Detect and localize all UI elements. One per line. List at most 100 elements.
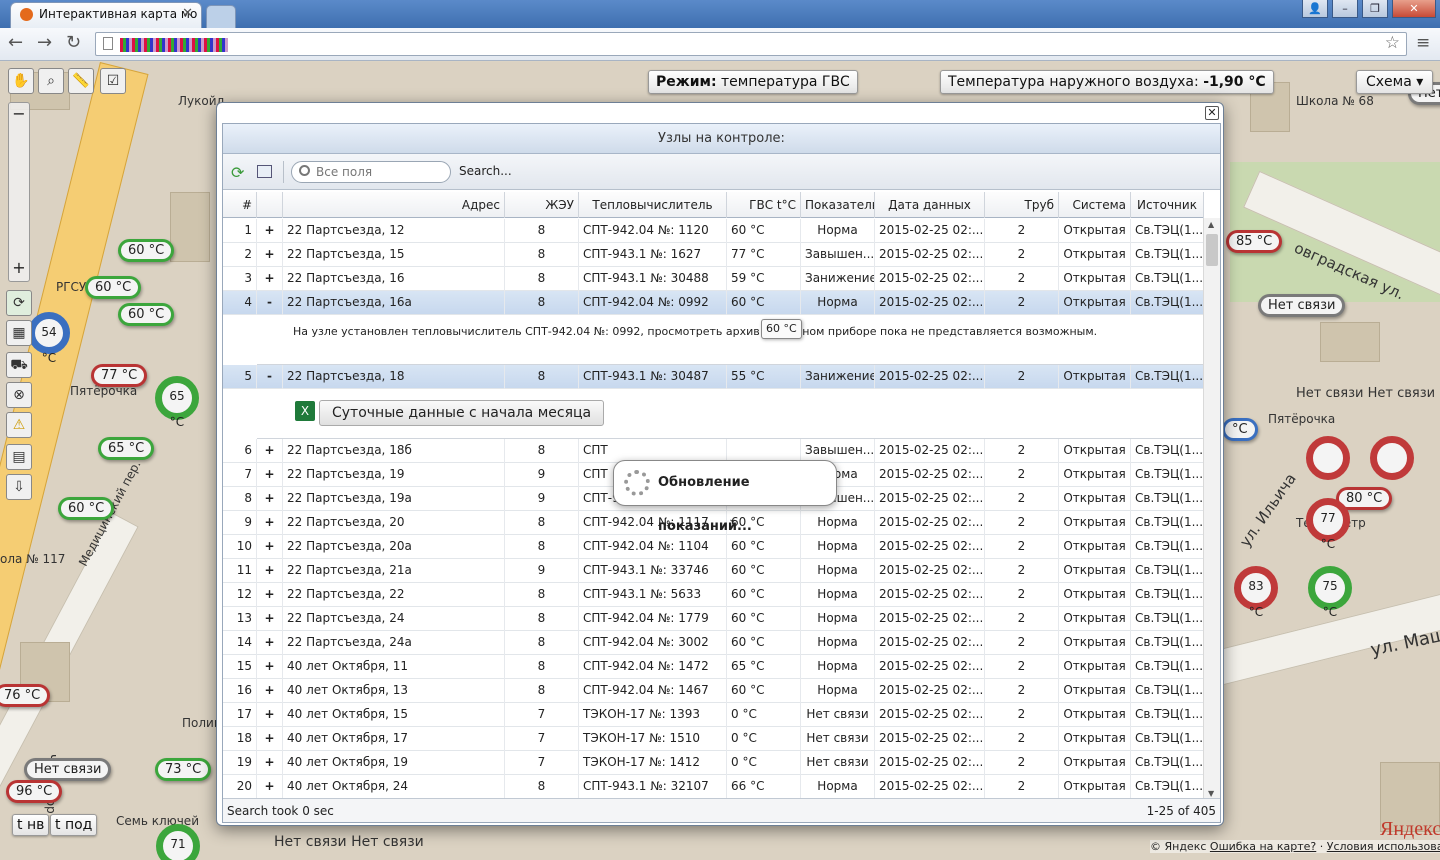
report-icon[interactable]: ▤ xyxy=(6,444,32,470)
table-row[interactable]: 18 +40 лет Октября, 17 7 ТЭКОН-17 №: 1510 0 … xyxy=(223,727,1204,751)
temp-ring-marker[interactable] xyxy=(1306,436,1350,480)
column-header[interactable]: Источник xyxy=(1131,192,1204,218)
zoom-area-icon[interactable]: ⌕ xyxy=(38,68,64,94)
search-input[interactable]: Все поля xyxy=(291,161,451,183)
expand-toggle[interactable]: + xyxy=(257,607,283,631)
zoom-slider[interactable]: − + xyxy=(8,102,30,282)
grid-scrollbar[interactable]: ▲ ▼ xyxy=(1203,218,1220,800)
layer-check-icon[interactable]: ☑ xyxy=(100,68,126,94)
expand-toggle[interactable]: + xyxy=(257,751,283,775)
temp-marker[interactable]: 77 °C xyxy=(91,364,148,387)
table-row[interactable]: 1 +22 Партсъезда, 12 8 СПТ-942.04 №: 1120 60… xyxy=(223,219,1204,243)
column-header[interactable]: ГВС t°C xyxy=(727,192,801,218)
columns-toggle-icon[interactable] xyxy=(257,165,272,178)
temp-marker[interactable]: Нет связи xyxy=(1258,294,1346,317)
table-row[interactable]: 15 +40 лет Октября, 11 8 СПТ-942.04 №: 1472… xyxy=(223,655,1204,679)
temp-marker[interactable]: 60 °C xyxy=(118,303,175,326)
temp-marker[interactable]: 65 °C xyxy=(98,437,155,460)
expand-toggle[interactable]: + xyxy=(257,267,283,291)
zoom-out-icon[interactable]: − xyxy=(10,105,28,123)
table-row[interactable]: 3 +22 Партсъезда, 16 8 СПТ-943.1 №: 30488 59… xyxy=(223,267,1204,291)
grid-layer-icon[interactable]: ▦ xyxy=(6,320,32,346)
scroll-up-icon[interactable]: ▲ xyxy=(1208,220,1214,229)
expand-toggle[interactable]: - xyxy=(257,291,283,315)
expand-toggle[interactable]: + xyxy=(257,439,283,463)
temp-ring-marker[interactable]: 75 °C xyxy=(1308,566,1352,619)
browser-tab[interactable]: Интерактивная карта мо ✕ xyxy=(10,2,202,28)
expand-toggle[interactable]: + xyxy=(257,631,283,655)
table-row[interactable]: 12 +22 Партсъезда, 22 8 СПТ-943.1 №: 5633 60… xyxy=(223,583,1204,607)
expand-toggle[interactable]: + xyxy=(257,219,283,243)
menu-icon[interactable]: ≡ xyxy=(1416,33,1430,53)
expand-toggle[interactable]: + xyxy=(257,535,283,559)
column-header[interactable]: ЖЭУ xyxy=(505,192,579,218)
expand-toggle[interactable]: + xyxy=(257,487,283,511)
expand-toggle[interactable]: + xyxy=(257,511,283,535)
column-header[interactable] xyxy=(257,192,283,218)
column-header[interactable]: Система xyxy=(1059,192,1131,218)
scheme-dropdown[interactable]: Схема ▾ xyxy=(1356,70,1434,94)
temp-ring-marker[interactable]: 71 °C xyxy=(156,824,200,860)
map-error-link[interactable]: Ошибка на карте? xyxy=(1210,840,1316,853)
column-header[interactable]: Тепловычислитель xyxy=(579,192,727,218)
expand-toggle[interactable]: + xyxy=(257,243,283,267)
column-header[interactable]: Дата данных xyxy=(875,192,985,218)
expand-toggle[interactable]: + xyxy=(257,703,283,727)
minimize-button[interactable]: – xyxy=(1332,0,1358,18)
expand-toggle[interactable]: + xyxy=(257,655,283,679)
temp-marker[interactable]: 60 °C xyxy=(118,239,175,262)
t-pod-button[interactable]: t под xyxy=(50,814,98,836)
forward-icon[interactable]: → xyxy=(37,33,52,53)
temp-marker[interactable]: 96 °C xyxy=(6,780,63,803)
temp-marker[interactable]: 73 °C xyxy=(155,758,212,781)
maximize-button[interactable]: ❐ xyxy=(1362,0,1388,18)
expand-toggle[interactable]: + xyxy=(257,463,283,487)
temp-marker[interactable]: 85 °C xyxy=(1226,230,1283,253)
temp-marker[interactable]: Нет связи xyxy=(24,758,112,781)
column-header[interactable]: Труб xyxy=(985,192,1059,218)
table-row[interactable]: 4-22 Партсъезда, 16а 8 СПТ-942.04 №: 0992 6… xyxy=(223,291,1204,315)
temp-ring-marker[interactable]: 65 °C xyxy=(155,376,199,429)
tab-close-icon[interactable]: ✕ xyxy=(182,6,193,21)
column-header[interactable]: # xyxy=(223,192,257,218)
daily-data-button[interactable]: Суточные данные с начала месяца xyxy=(319,400,605,426)
temp-marker[interactable]: 60 °C xyxy=(58,497,115,520)
zoom-in-icon[interactable]: + xyxy=(10,259,28,277)
expand-toggle[interactable]: + xyxy=(257,583,283,607)
table-row[interactable]: 20 +40 лет Октября, 24 8 СПТ-943.1 №: 32107… xyxy=(223,775,1204,799)
address-bar[interactable]: ☆ xyxy=(95,32,1407,56)
table-row[interactable]: 13 +22 Партсъезда, 24 8 СПТ-942.04 №: 1779 6… xyxy=(223,607,1204,631)
t-nv-button[interactable]: t нв xyxy=(12,814,50,836)
bookmark-star-icon[interactable]: ☆ xyxy=(1385,33,1400,53)
temp-ring-marker[interactable]: 77 °C xyxy=(1306,498,1350,551)
table-row[interactable]: 16 +40 лет Октября, 13 8 СПТ-942.04 №: 1467… xyxy=(223,679,1204,703)
warning-icon[interactable]: ⚠ xyxy=(6,412,32,438)
reload-icon[interactable]: ↻ xyxy=(66,33,81,53)
truck-icon[interactable]: ⛟ xyxy=(6,352,32,378)
back-icon[interactable]: ← xyxy=(8,33,23,53)
table-row[interactable]: 17 +40 лет Октября, 15 7 ТЭКОН-17 №: 1393 0 … xyxy=(223,703,1204,727)
expand-toggle[interactable]: - xyxy=(257,365,283,389)
export-icon[interactable]: ⇩ xyxy=(6,474,32,500)
reload-grid-icon[interactable]: ⟳ xyxy=(231,163,244,182)
table-row[interactable]: 5-22 Партсъезда, 18 8 СПТ-943.1 №: 30487 55… xyxy=(223,365,1204,389)
refresh-layer-icon[interactable]: ⟳ xyxy=(6,290,32,316)
temp-ring-marker[interactable]: 83 °C xyxy=(1234,566,1278,619)
user-icon[interactable]: 👤 xyxy=(1302,0,1328,18)
close-window-button[interactable]: ✕ xyxy=(1392,0,1436,18)
table-row[interactable]: 19 +40 лет Октября, 19 7 ТЭКОН-17 №: 1412 0 … xyxy=(223,751,1204,775)
expand-toggle[interactable]: + xyxy=(257,679,283,703)
temp-ring-marker[interactable]: 54 °C xyxy=(28,312,70,365)
expand-toggle[interactable]: + xyxy=(257,775,283,799)
scroll-down-icon[interactable]: ▼ xyxy=(1208,789,1214,798)
expand-toggle[interactable]: + xyxy=(257,559,283,583)
column-header[interactable]: Показатель xyxy=(801,192,875,218)
temp-ring-marker[interactable] xyxy=(1370,436,1414,480)
table-row[interactable]: 14 +22 Партсъезда, 24а 8 СПТ-942.04 №: 3002… xyxy=(223,631,1204,655)
temp-marker[interactable]: °C xyxy=(1222,418,1258,441)
column-header[interactable]: Адрес xyxy=(283,192,505,218)
terms-link[interactable]: Условия использования xyxy=(1327,840,1440,853)
dialog-close-button[interactable]: ✕ xyxy=(1205,106,1219,120)
temp-marker[interactable]: 60 °C xyxy=(85,276,142,299)
table-row[interactable]: 11 +22 Партсъезда, 21а 9 СПТ-943.1 №: 33746… xyxy=(223,559,1204,583)
